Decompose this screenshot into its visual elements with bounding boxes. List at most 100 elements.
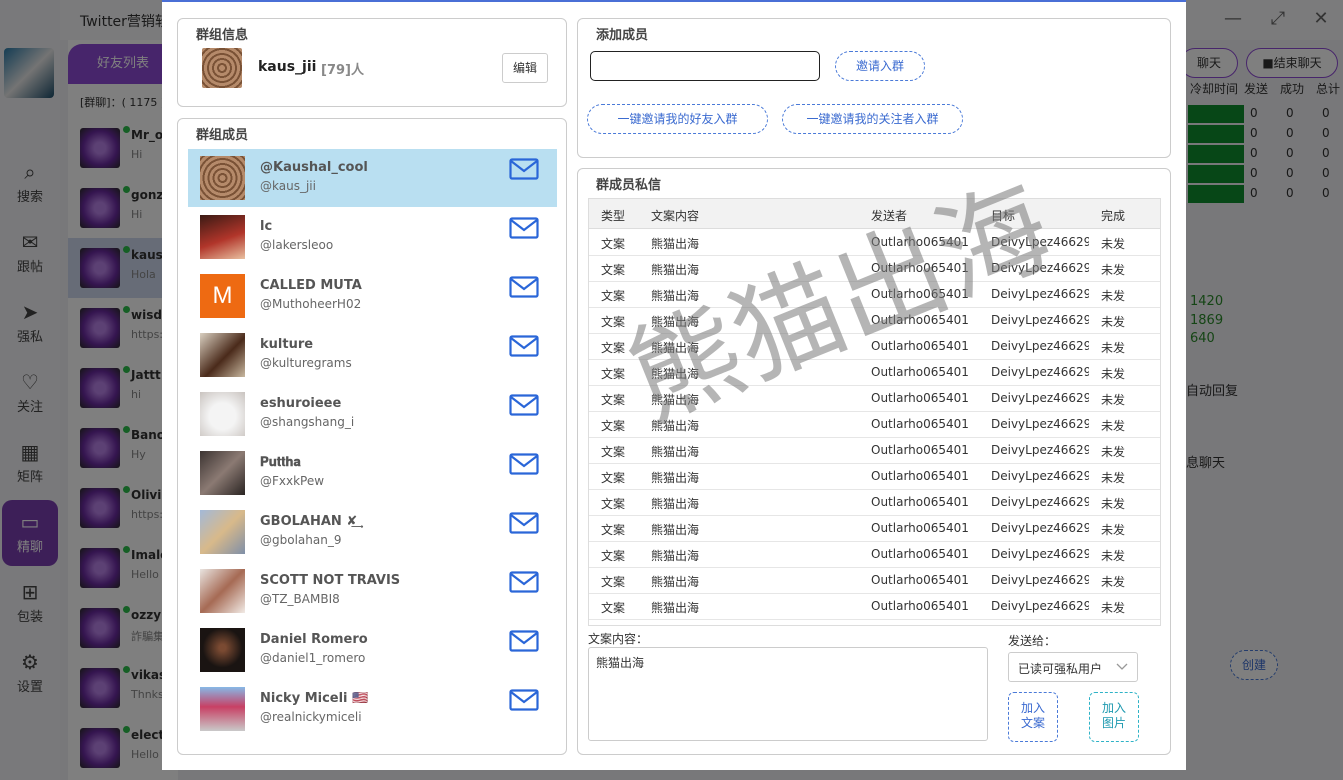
table-cell: Outlarho065401 [871, 339, 969, 353]
table-cell: Outlarho065401 [871, 313, 969, 327]
table-row[interactable]: 文案 熊猫出海 Outlarho065401 DeivyLpez466292 未发 [589, 516, 1160, 542]
mail-icon[interactable] [509, 158, 539, 180]
avatar [200, 569, 245, 613]
content-text: 熊猫出海 [596, 656, 645, 670]
add-member-input[interactable] [590, 51, 820, 81]
table-row[interactable]: 文案 熊猫出海 Outlarho065401 DeivyLpez466292 未发 [589, 386, 1160, 412]
table-row[interactable]: 文案 熊猫出海 Outlarho065401 DeivyLpez466292 未发 [589, 490, 1160, 516]
table-cell: 文案 [601, 445, 626, 459]
add-image-button[interactable]: 加入 图片 [1089, 692, 1139, 742]
table-cell: 文案 [601, 523, 626, 537]
invite-friends-button[interactable]: 一键邀请我的好友入群 [587, 104, 768, 134]
mail-icon[interactable] [509, 512, 539, 534]
group-member-count: [79]人 [321, 63, 364, 78]
member-handle: @daniel1_romero [260, 651, 366, 665]
table-row[interactable]: 文案 熊猫出海 Outlarho065401 DeivyLpez466292 未发 [589, 594, 1160, 620]
table-cell: 熊猫出海 [651, 367, 700, 381]
member-name: Daniel Romero [260, 632, 368, 647]
table-cell: 未发 [1101, 575, 1126, 589]
mail-icon[interactable] [509, 335, 539, 357]
table-row[interactable]: 文案 熊猫出海 Outlarho065401 DeivyLpez466292 未发 [589, 464, 1160, 490]
mail-icon[interactable] [509, 453, 539, 475]
table-cell: 未发 [1101, 549, 1126, 563]
member-name: Nicky Miceli 🇺🇸 [260, 691, 369, 706]
avatar [200, 392, 245, 436]
member-list-item[interactable]: lc @lakersleoo [188, 208, 557, 266]
table-row[interactable]: 文案 熊猫出海 Outlarho065401 DeivyLpez466292 未发 [589, 230, 1160, 256]
mail-icon[interactable] [509, 217, 539, 239]
member-list-item[interactable]: GBOLAHAN ✘͢ @gbolahan_9 [188, 503, 557, 561]
member-dm-title: 群成员私信 [596, 178, 662, 193]
avatar [200, 628, 245, 672]
chevron-down-icon [1116, 663, 1128, 670]
table-cell: DeivyLpez466292 [991, 573, 1089, 587]
table-cell: DeivyLpez466292 [991, 339, 1089, 353]
table-row[interactable]: 文案 熊猫出海 Outlarho065401 DeivyLpez466292 未发 [589, 308, 1160, 334]
mail-icon[interactable] [509, 571, 539, 593]
table-cell: 熊猫出海 [651, 471, 700, 485]
column-header: 文案内容 [651, 209, 700, 223]
table-cell: DeivyLpez466292 [991, 261, 1089, 275]
member-handle: @FxxkPew [260, 474, 325, 488]
table-cell: 文案 [601, 263, 626, 277]
member-name: GBOLAHAN ✘͢ [260, 514, 358, 529]
table-cell: DeivyLpez466292 [991, 287, 1089, 301]
table-row[interactable]: 文案 熊猫出海 Outlarho065401 DeivyLpez466292 未发 [589, 282, 1160, 308]
avatar [200, 687, 245, 731]
table-cell: 熊猫出海 [651, 341, 700, 355]
mail-icon[interactable] [509, 630, 539, 652]
table-cell: 文案 [601, 601, 626, 615]
send-to-select[interactable]: 已读可强私用户 [1008, 652, 1138, 682]
table-row[interactable]: 文案 熊猫出海 Outlarho065401 DeivyLpez466292 未发 [589, 334, 1160, 360]
table-cell: DeivyLpez466292 [991, 391, 1089, 405]
member-list-item[interactable]: M CALLED MUTA @MuthoheerH02 [188, 267, 557, 325]
member-list-item[interactable]: 𝐏𝐮𝐭𝐭𝐡𝐚 @FxxkPew [188, 444, 557, 502]
table-cell: Outlarho065401 [871, 235, 969, 249]
member-list-item[interactable]: eshuroieee @shangshang_i [188, 385, 557, 443]
table-row[interactable]: 文案 熊猫出海 Outlarho065401 DeivyLpez466292 未发 [589, 542, 1160, 568]
member-list-item[interactable]: @Kaushal_cool @kaus_jii [188, 149, 557, 207]
member-list-item[interactable]: kulture @kulturegrams [188, 326, 557, 384]
mail-icon[interactable] [509, 689, 539, 711]
table-cell: 文案 [601, 341, 626, 355]
add-member-title: 添加成员 [596, 28, 649, 43]
table-cell: DeivyLpez466292 [991, 469, 1089, 483]
group-name: kaus_jii [258, 59, 317, 75]
table-cell: Outlarho065401 [871, 391, 969, 405]
content-textarea[interactable]: 熊猫出海 [588, 647, 988, 741]
member-list-item[interactable]: Daniel Romero @daniel1_romero [188, 621, 557, 679]
table-cell: DeivyLpez466292 [991, 495, 1089, 509]
member-handle: @kulturegrams [260, 356, 352, 370]
avatar: M [200, 274, 245, 318]
table-cell: 熊猫出海 [651, 497, 700, 511]
table-cell: 未发 [1101, 367, 1126, 381]
mail-icon[interactable] [509, 394, 539, 416]
add-text-button[interactable]: 加入 文案 [1008, 692, 1058, 742]
dm-table-header: 类型 文案内容 发送者 目标 完成 [589, 199, 1160, 229]
table-row[interactable]: 文案 熊猫出海 Outlarho065401 DeivyLpez466292 未发 [589, 360, 1160, 386]
mail-icon[interactable] [509, 276, 539, 298]
member-list-item[interactable]: Nicky Miceli 🇺🇸 @realnickymiceli [188, 680, 557, 738]
member-list-item[interactable]: SCOTT NOT TRAVIS @TZ_BAMBI8 [188, 562, 557, 620]
table-cell: 文案 [601, 289, 626, 303]
column-header: 完成 [1101, 209, 1126, 223]
table-cell: 未发 [1101, 601, 1126, 615]
table-cell: Outlarho065401 [871, 417, 969, 431]
member-handle: @kaus_jii [260, 179, 316, 193]
invite-button[interactable]: 邀请入群 [835, 51, 925, 81]
table-row[interactable]: 文案 熊猫出海 Outlarho065401 DeivyLpez466292 未发 [589, 256, 1160, 282]
table-cell: 文案 [601, 497, 626, 511]
table-cell: DeivyLpez466292 [991, 235, 1089, 249]
table-row[interactable]: 文案 熊猫出海 Outlarho065401 DeivyLpez466292 未发 [589, 568, 1160, 594]
edit-button[interactable]: 编辑 [502, 53, 548, 83]
member-handle: @lakersleoo [260, 238, 334, 252]
table-row[interactable]: 文案 熊猫出海 Outlarho065401 DeivyLpez466292 未发 [589, 438, 1160, 464]
invite-followers-button[interactable]: 一键邀请我的关注者入群 [782, 104, 963, 134]
table-row[interactable]: 文案 熊猫出海 Outlarho065401 DeivyLpez466292 未发 [589, 412, 1160, 438]
table-cell: DeivyLpez466292 [991, 313, 1089, 327]
group-info-box: 群组信息 kaus_jii [79]人 编辑 [177, 18, 567, 107]
table-cell: 熊猫出海 [651, 575, 700, 589]
table-cell: 熊猫出海 [651, 549, 700, 563]
table-cell: 未发 [1101, 289, 1126, 303]
table-cell: 未发 [1101, 497, 1126, 511]
